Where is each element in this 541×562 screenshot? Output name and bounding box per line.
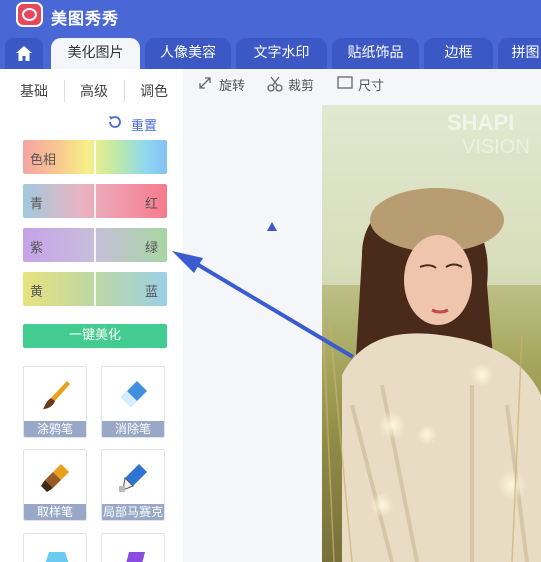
- photo-illustration: [322, 105, 541, 562]
- rotate-icon: [199, 77, 211, 89]
- reset-icon: [109, 116, 121, 128]
- crop-label: 裁剪: [288, 79, 315, 94]
- red-label: 红: [144, 197, 158, 212]
- brush-icon: [43, 381, 70, 409]
- rotate-label: 旋转: [219, 79, 246, 94]
- pointer-triangle-icon: [267, 222, 277, 231]
- title-bar: 美图秀秀: [0, 0, 541, 29]
- local-mosaic-tool[interactable]: 局部马赛克: [101, 449, 165, 521]
- eraser-pen-tool[interactable]: 消除笔: [101, 366, 165, 438]
- home-tab[interactable]: [5, 38, 43, 69]
- subtab-divider: [124, 80, 125, 102]
- cyan-tool-icon: [45, 552, 69, 562]
- photo-watermark: SHAPI: [447, 110, 515, 135]
- tool-label: 取样笔: [24, 504, 86, 520]
- resize-icon: [337, 76, 353, 89]
- tab-stickers[interactable]: 贴纸饰品: [332, 38, 419, 69]
- cyan-red-slider[interactable]: 青 红: [23, 184, 167, 218]
- tab-frame[interactable]: 边框: [424, 38, 493, 69]
- hue-label: 色相: [30, 153, 57, 168]
- subtab-advanced[interactable]: 高级: [68, 77, 120, 107]
- tab-portrait[interactable]: 人像美容: [145, 38, 231, 69]
- subtab-color[interactable]: 调色: [128, 77, 180, 107]
- tool-partially-visible[interactable]: [23, 533, 87, 562]
- tool-label: 消除笔: [102, 421, 164, 437]
- purple-tool-icon: [126, 552, 145, 562]
- scissors-icon: [267, 76, 283, 92]
- slider-thumb[interactable]: [94, 140, 96, 174]
- tab-beautify[interactable]: 美化图片: [51, 38, 140, 69]
- tool-label: 局部马赛克: [102, 504, 164, 520]
- one-click-beautify-button[interactable]: 一键美化: [23, 324, 167, 348]
- tool-label: 涂鸦笔: [24, 421, 86, 437]
- slider-thumb[interactable]: [94, 184, 96, 218]
- blue-label: 蓝: [144, 285, 158, 300]
- adjust-sidebar: 基础 高级 调色 重置 色相 青 红 紫 绿 黄 蓝 一键美化 涂鸦笔 消除笔 …: [0, 69, 183, 562]
- app-title: 美图秀秀: [51, 9, 120, 28]
- slider-thumb[interactable]: [94, 272, 96, 306]
- cyan-label: 青: [30, 197, 44, 212]
- image-toolbar: 旋转 裁剪 尺寸: [183, 69, 541, 105]
- home-icon: [16, 46, 32, 61]
- size-label: 尺寸: [358, 79, 385, 94]
- edited-photo[interactable]: [322, 105, 541, 562]
- app-logo-icon: [16, 2, 43, 27]
- mosaic-pen-icon: [119, 464, 147, 492]
- yellow-blue-slider[interactable]: 黄 蓝: [23, 272, 167, 306]
- sample-brush-tool[interactable]: 取样笔: [23, 449, 87, 521]
- sample-brush-icon: [41, 464, 69, 492]
- subtab-divider: [64, 80, 65, 102]
- green-label: 绿: [144, 241, 158, 256]
- main-tab-bar: 美化图片 人像美容 文字水印 贴纸饰品 边框 拼图: [0, 29, 541, 69]
- doodle-brush-tool[interactable]: 涂鸦笔: [23, 366, 87, 438]
- eraser-icon: [121, 381, 147, 407]
- magenta-label: 紫: [30, 241, 44, 256]
- slider-thumb[interactable]: [94, 228, 96, 262]
- tab-collage[interactable]: 拼图: [498, 38, 541, 69]
- tool-partially-visible[interactable]: [101, 533, 165, 562]
- subtab-basic[interactable]: 基础: [8, 77, 60, 107]
- reset-label: 重置: [131, 119, 158, 134]
- yellow-label: 黄: [30, 285, 44, 300]
- photo-watermark: VISION: [462, 136, 530, 158]
- magenta-green-slider[interactable]: 紫 绿: [23, 228, 167, 262]
- hue-slider[interactable]: 色相: [23, 140, 167, 174]
- tab-text-watermark[interactable]: 文字水印: [236, 38, 327, 69]
